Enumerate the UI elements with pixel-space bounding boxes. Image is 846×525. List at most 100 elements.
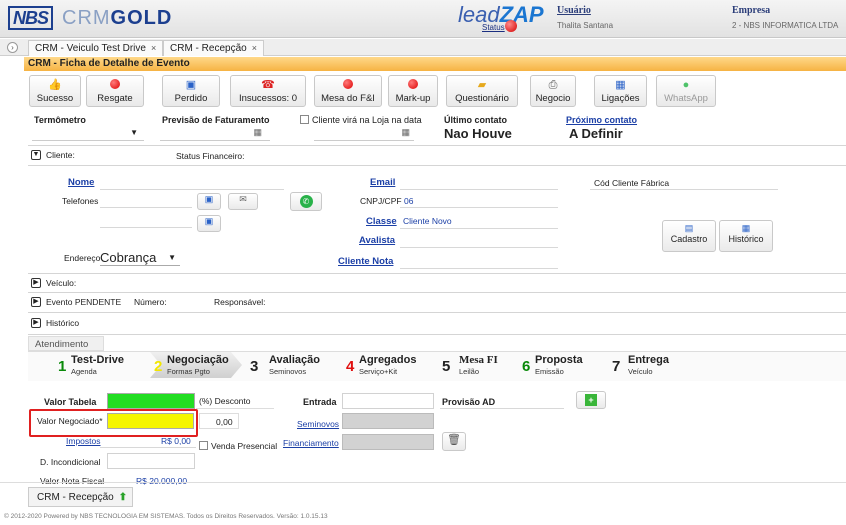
contacts-icon: ▦ [615, 79, 626, 91]
financiamento-link[interactable]: Financiamento [283, 438, 339, 448]
trash-icon: 🗑 [447, 434, 461, 446]
endereco-select[interactable]: Cobrança ▼ [100, 250, 180, 266]
numero-label: Número: [134, 297, 167, 307]
proximo-contato-link[interactable]: Próximo contato [566, 115, 637, 125]
resgate-button[interactable]: Resgate [86, 75, 144, 107]
tab-veiculo-test-drive[interactable]: CRM - Veiculo Test Drive × [28, 40, 164, 56]
contacts-icon: ▣ [204, 194, 214, 204]
delete-financiamento-button[interactable]: 🗑 [442, 432, 466, 451]
classe-value: Cliente Novo [403, 216, 452, 226]
previsao-date-input[interactable]: ▦ [160, 126, 270, 141]
impostos-link[interactable]: Impostos [66, 436, 101, 446]
venda-presencial-checkbox[interactable] [199, 441, 208, 450]
provisao-ad-input[interactable] [440, 408, 564, 409]
cnpj-label: CNPJ/CPF [360, 196, 402, 206]
seminovos-field [342, 413, 434, 429]
markup-button[interactable]: Mark-up [388, 75, 438, 107]
nome-link[interactable]: Nome [68, 177, 94, 188]
red-dot-icon [315, 79, 381, 91]
venda-presencial-label: Venda Presencial [211, 441, 278, 451]
history-icon: ▦ [741, 223, 751, 233]
tab-bar: › CRM - Veiculo Test Drive × CRM - Recepç… [0, 39, 846, 56]
divider [28, 145, 846, 146]
desconto-input[interactable] [196, 408, 274, 409]
chevron-down-icon: ▼ [168, 253, 176, 262]
phone-save-button[interactable]: ▣ [197, 193, 221, 210]
historico-button[interactable]: ▦ Histórico [719, 220, 773, 252]
negocio-button[interactable]: ⎙ Negocio [530, 75, 576, 107]
seminovos-link[interactable]: Seminovos [297, 419, 339, 429]
divider [28, 312, 846, 313]
close-tab-icon[interactable]: × [151, 43, 156, 53]
nome-input[interactable] [100, 189, 284, 190]
entrada-input[interactable] [342, 393, 434, 409]
telefone-2-input[interactable] [100, 227, 192, 228]
collapse-icon[interactable]: ▼ [31, 150, 41, 160]
valor-negociado-label: Valor Negociado* [37, 416, 103, 426]
cliente-nota-link[interactable]: Cliente Nota [338, 256, 393, 267]
impostos-line [100, 447, 196, 448]
cliente-nota-input[interactable] [400, 268, 558, 269]
sucesso-button[interactable]: 👍 Sucesso [29, 75, 81, 107]
expand-icon[interactable]: ▶ [31, 297, 41, 307]
previsao-label: Previsão de Faturamento [162, 115, 270, 125]
cliente-loja-checkbox[interactable] [300, 115, 309, 124]
top-header: NBS CRMGOLD leadZAP Status Usuário Thali… [0, 0, 846, 38]
phone-save-button-2[interactable]: ▣ [197, 215, 221, 232]
folder-icon: ▰ [477, 79, 487, 91]
email-input[interactable] [400, 189, 558, 190]
valor-negociado-aux[interactable] [199, 413, 239, 429]
valor-negociado-input[interactable] [107, 413, 194, 429]
whatsapp-icon: ✆ [299, 195, 313, 208]
contacts-icon: ▣ [204, 216, 214, 226]
telefone-1-input[interactable] [100, 207, 192, 208]
cnpj-input[interactable] [400, 207, 558, 208]
termometro-select[interactable]: ▼ [32, 126, 144, 141]
status-indicator-icon [505, 20, 517, 32]
cliente-loja-date-input[interactable]: ▦ [314, 126, 414, 141]
valor-tabela-field [107, 393, 195, 409]
close-tab-icon[interactable]: × [252, 43, 257, 53]
expand-sidebar-icon[interactable]: › [7, 42, 18, 53]
status-financeiro-label: Status Financeiro: [176, 151, 245, 161]
tab-recepcao[interactable]: CRM - Recepção × [163, 40, 264, 56]
red-dot-icon [389, 79, 437, 91]
email-send-button[interactable]: ✉ [228, 193, 258, 210]
cnpj-value: 06 [404, 196, 414, 206]
page-title: CRM - Ficha de Detalhe de Evento [24, 57, 846, 71]
valor-nota-fiscal-value: R$ 20.000,00 [136, 476, 188, 486]
cod-cliente-fabrica-label: Cód Cliente Fábrica [594, 178, 670, 188]
add-button[interactable]: + [576, 391, 606, 409]
footer-tab-recepcao[interactable]: CRM - Recepção ⬆ [28, 487, 133, 507]
usuario-label[interactable]: Usuário [557, 5, 591, 16]
cadastro-button[interactable]: ▤ Cadastro [662, 220, 716, 252]
envelope-icon: ✉ [239, 194, 247, 204]
status-link[interactable]: Status [482, 23, 505, 32]
empresa-value: 2 - NBS INFORMATICA LTDA [732, 21, 839, 30]
avalista-input[interactable] [400, 247, 558, 248]
classe-input[interactable] [400, 228, 558, 229]
email-link[interactable]: Email [370, 177, 395, 188]
expand-icon[interactable]: ▶ [31, 318, 41, 328]
questionario-button[interactable]: ▰ Questionário [446, 75, 518, 107]
ultimo-contato-label: Último contato [444, 115, 507, 125]
ligacoes-button[interactable]: ▦ Ligações [594, 75, 647, 107]
phone-icon: ☎ [261, 79, 275, 91]
calendar-icon[interactable]: ▦ [253, 127, 262, 138]
calendar-icon[interactable]: ▦ [401, 127, 410, 138]
atendimento-tab[interactable]: Atendimento [28, 336, 104, 351]
insucessos-button[interactable]: ☎ Insucessos: 0 [230, 75, 306, 107]
perdido-button[interactable]: ▣ Perdido [162, 75, 220, 107]
classe-link[interactable]: Classe [366, 216, 397, 227]
cod-cliente-fabrica-input[interactable] [590, 189, 778, 190]
valor-tabela-label: Valor Tabela [44, 397, 97, 407]
d-incondicional-input[interactable] [107, 453, 195, 469]
divider [28, 273, 846, 274]
expand-icon[interactable]: ▶ [31, 278, 41, 288]
provisao-ad-label: Provisão AD [442, 397, 496, 407]
whatsapp-send-button[interactable]: ✆ [290, 192, 322, 211]
responsavel-label: Responsável: [214, 297, 266, 307]
whatsapp-button[interactable]: ● WhatsApp [656, 75, 716, 107]
mesa-fi-button[interactable]: Mesa do F&I [314, 75, 382, 107]
avalista-link[interactable]: Avalista [359, 235, 395, 246]
